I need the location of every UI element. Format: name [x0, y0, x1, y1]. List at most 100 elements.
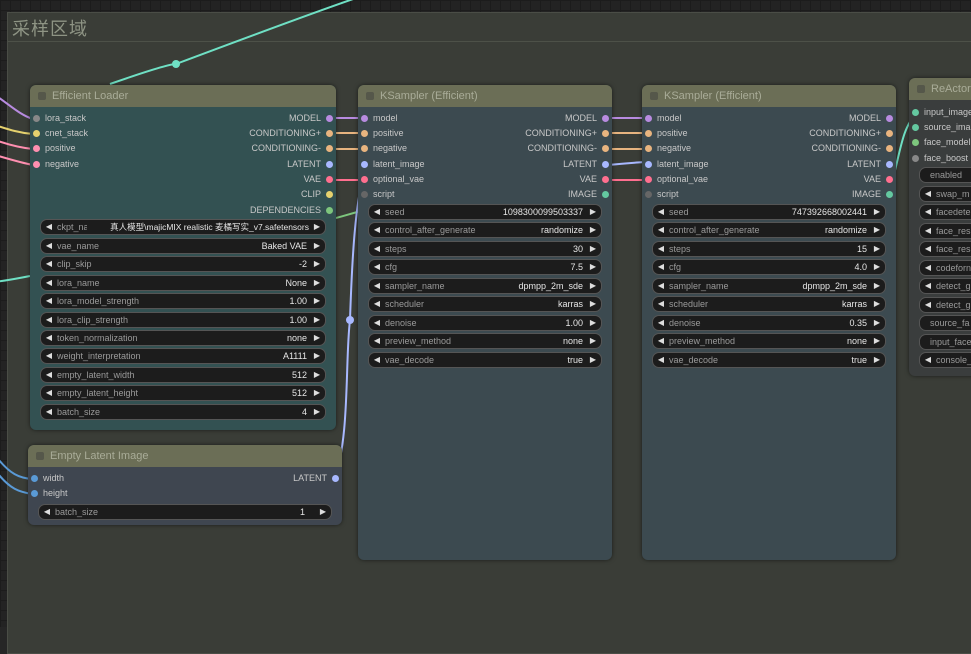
output-latent[interactable]: LATENT	[847, 157, 896, 172]
input-optional-vae[interactable]: optional_vae	[358, 172, 424, 187]
input-script[interactable]: script	[642, 187, 679, 202]
widget-input-faces-index[interactable]: input_face	[919, 334, 971, 350]
output-latent[interactable]: LATENT	[293, 471, 342, 486]
arrow-right-icon: ▶	[873, 336, 881, 345]
input-latent-image[interactable]: latent_image	[642, 157, 709, 172]
widget-swap-model[interactable]: ◀ swap_m	[919, 186, 971, 202]
input-cnet-stack[interactable]: cnet_stack	[30, 126, 88, 141]
node-reactor[interactable]: ReActor input_image source_ima face_mode…	[909, 78, 971, 376]
widget-control-after-generate[interactable]: ◀ control_after_generate randomize ▶	[652, 222, 886, 238]
node-title[interactable]: KSampler (Efficient)	[642, 85, 896, 107]
widget-preview-method[interactable]: ◀ preview_method none ▶	[368, 333, 602, 349]
input-lora-stack[interactable]: lora_stack	[30, 111, 86, 126]
input-positive[interactable]: positive	[642, 126, 688, 141]
input-face-model[interactable]: face_model	[909, 135, 971, 150]
input-model[interactable]: model	[642, 111, 682, 126]
input-source-image[interactable]: source_ima	[909, 120, 971, 135]
widget-empty-latent-width[interactable]: ◀ empty_latent_width 512 ▶	[40, 367, 326, 383]
input-height[interactable]: height	[28, 486, 68, 501]
output-model[interactable]: MODEL	[849, 111, 896, 126]
widget-face-restore-visibility[interactable]: ◀ face_res	[919, 241, 971, 257]
input-optional-vae[interactable]: optional_vae	[642, 172, 708, 187]
input-positive[interactable]: positive	[358, 126, 404, 141]
input-negative[interactable]: negative	[358, 141, 407, 156]
node-ksampler-2[interactable]: KSampler (Efficient) model positive nega…	[642, 85, 896, 560]
widget-cfg[interactable]: ◀ cfg 7.5 ▶	[368, 259, 602, 275]
output-dependencies[interactable]: DEPENDENCIES	[250, 203, 336, 218]
output-conditioning-neg[interactable]: CONDITIONING-	[528, 141, 613, 156]
widget-facedetection[interactable]: ◀ facedete	[919, 204, 971, 220]
widget-codeformer-weight[interactable]: ◀ codeforn	[919, 260, 971, 276]
widget-cfg[interactable]: ◀ cfg 4.0 ▶	[652, 259, 886, 275]
output-latent[interactable]: LATENT	[563, 157, 612, 172]
input-positive[interactable]: positive	[30, 141, 76, 156]
input-face-boost[interactable]: face_boost	[909, 151, 968, 166]
output-vae[interactable]: VAE	[580, 172, 612, 187]
input-script[interactable]: script	[358, 187, 395, 202]
node-title[interactable]: KSampler (Efficient)	[358, 85, 612, 107]
widget-face-restore-model[interactable]: ◀ face_res	[919, 223, 971, 239]
output-clip[interactable]: CLIP	[301, 187, 336, 202]
slot-dot	[326, 207, 333, 214]
widget-steps[interactable]: ◀ steps 15 ▶	[652, 241, 886, 257]
output-image[interactable]: IMAGE	[852, 187, 896, 202]
input-latent-image[interactable]: latent_image	[358, 157, 425, 172]
widget-sampler-name[interactable]: ◀ sampler_name dpmpp_2m_sde ▶	[368, 278, 602, 294]
input-width[interactable]: width	[28, 471, 64, 486]
widget-detect-gender-input[interactable]: ◀ detect_g	[919, 278, 971, 294]
widget-scheduler[interactable]: ◀ scheduler karras ▶	[652, 296, 886, 312]
slot-dot	[886, 191, 893, 198]
widget-scheduler[interactable]: ◀ scheduler karras ▶	[368, 296, 602, 312]
node-efficient-loader[interactable]: Efficient Loader lora_stack cnet_stack p…	[30, 85, 336, 430]
input-negative[interactable]: negative	[30, 157, 79, 172]
output-conditioning-neg[interactable]: CONDITIONING-	[812, 141, 897, 156]
output-vae[interactable]: VAE	[864, 172, 896, 187]
widget-denoise[interactable]: ◀ denoise 0.35 ▶	[652, 315, 886, 331]
node-title[interactable]: Efficient Loader	[30, 85, 336, 107]
widget-steps[interactable]: ◀ steps 30 ▶	[368, 241, 602, 257]
output-conditioning-pos[interactable]: CONDITIONING+	[525, 126, 612, 141]
output-conditioning-neg[interactable]: CONDITIONING-	[252, 141, 337, 156]
widget-empty-latent-height[interactable]: ◀ empty_latent_height 512 ▶	[40, 385, 326, 401]
widget-batch-size[interactable]: ◀ batch_size 1 ▶	[38, 504, 332, 520]
widget-batch-size[interactable]: ◀ batch_size 4 ▶	[40, 404, 326, 420]
widget-lora-model-strength[interactable]: ◀ lora_model_strength 1.00 ▶	[40, 293, 326, 309]
widget-vae-decode[interactable]: ◀ vae_decode true ▶	[652, 352, 886, 368]
widget-lora-name[interactable]: ◀ lora_name None ▶	[40, 275, 326, 291]
widget-seed[interactable]: ◀ seed 1098300099503337 ▶	[368, 204, 602, 220]
input-input-image[interactable]: input_image	[909, 105, 971, 120]
input-negative[interactable]: negative	[642, 141, 691, 156]
output-latent[interactable]: LATENT	[287, 157, 336, 172]
output-conditioning-pos[interactable]: CONDITIONING+	[809, 126, 896, 141]
widget-console-log-level[interactable]: ◀ console_	[919, 352, 971, 368]
widget-detect-gender-source[interactable]: ◀ detect_g	[919, 297, 971, 313]
arrow-right-icon: ▶	[873, 281, 881, 290]
node-ksampler-1[interactable]: KSampler (Efficient) model positive nega…	[358, 85, 612, 560]
widget-weight-interpretation[interactable]: ◀ weight_interpretation A1111 ▶	[40, 348, 326, 364]
arrow-left-icon: ◀	[45, 388, 53, 397]
widget-denoise[interactable]: ◀ denoise 1.00 ▶	[368, 315, 602, 331]
widget-ckpt-name[interactable]: ◀ckpt_name真人模型\majicMIX realistic 麦橘写实_v…	[40, 219, 326, 235]
output-vae[interactable]: VAE	[304, 172, 336, 187]
widget-clip-skip[interactable]: ◀ clip_skip -2 ▶	[40, 256, 326, 272]
widget-enabled[interactable]: enabled	[919, 167, 971, 183]
widget-source-faces-index[interactable]: source_fa	[919, 315, 971, 331]
output-model[interactable]: MODEL	[565, 111, 612, 126]
output-model[interactable]: MODEL	[289, 111, 336, 126]
widget-sampler-name[interactable]: ◀ sampler_name dpmpp_2m_sde ▶	[652, 278, 886, 294]
output-image[interactable]: IMAGE	[568, 187, 612, 202]
widget-preview-method[interactable]: ◀ preview_method none ▶	[652, 333, 886, 349]
node-title[interactable]: ReActor	[909, 78, 971, 100]
widget-token-normalization[interactable]: ◀ token_normalization none ▶	[40, 330, 326, 346]
widget-lora-clip-strength[interactable]: ◀ lora_clip_strength 1.00 ▶	[40, 312, 326, 328]
widget-vae-decode[interactable]: ◀ vae_decode true ▶	[368, 352, 602, 368]
widget-seed[interactable]: ◀ seed 747392668002441 ▶	[652, 204, 886, 220]
node-empty-latent-image[interactable]: Empty Latent Image width height LATENT ◀…	[28, 445, 342, 525]
output-conditioning-pos[interactable]: CONDITIONING+	[249, 126, 336, 141]
group-title[interactable]: 采样区域	[12, 15, 88, 41]
widget-vae-name[interactable]: ◀ vae_name Baked VAE ▶	[40, 238, 326, 254]
node-title[interactable]: Empty Latent Image	[28, 445, 342, 467]
input-model[interactable]: model	[358, 111, 398, 126]
widget-control-after-generate[interactable]: ◀ control_after_generate randomize ▶	[368, 222, 602, 238]
arrow-right-icon: ▶	[589, 262, 597, 271]
